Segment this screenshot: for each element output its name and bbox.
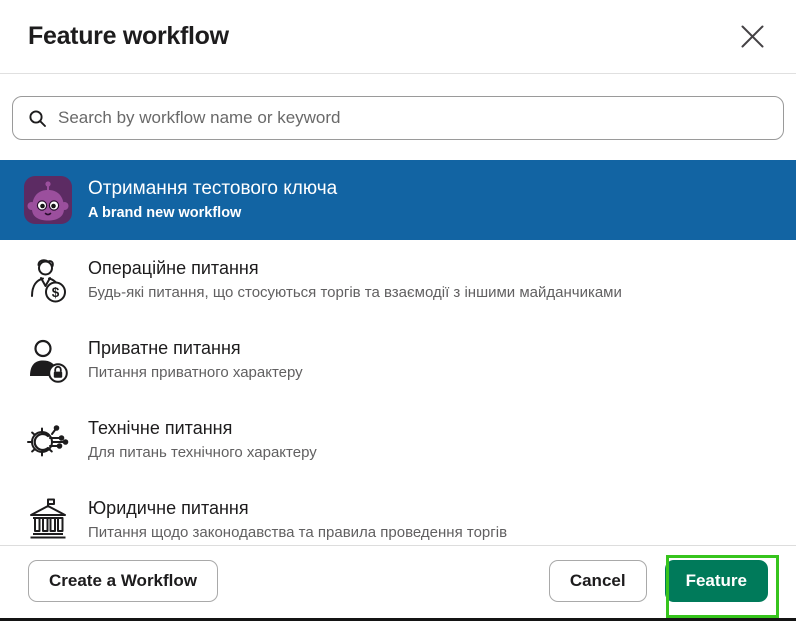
cancel-button[interactable]: Cancel bbox=[549, 560, 647, 602]
workflow-description: A brand new workflow bbox=[88, 205, 337, 222]
workflow-row-test-key[interactable]: Отримання тестового ключа A brand new wo… bbox=[0, 160, 796, 240]
workflow-name: Технічне питання bbox=[88, 418, 317, 440]
workflow-list: Отримання тестового ключа A brand new wo… bbox=[0, 160, 796, 545]
workflow-name: Отримання тестового ключа bbox=[88, 178, 337, 201]
search-box[interactable] bbox=[12, 96, 784, 140]
close-icon bbox=[740, 24, 765, 49]
person-dollar-icon: $ bbox=[24, 256, 72, 304]
workflow-row-private[interactable]: Приватне питання Питання приватного хара… bbox=[0, 320, 796, 400]
workflow-row-technical[interactable]: Технічне питання Для питань технічного х… bbox=[0, 400, 796, 480]
workflow-description: Питання приватного характеру bbox=[88, 364, 303, 382]
search-input[interactable] bbox=[58, 108, 768, 128]
bank-building-icon bbox=[24, 496, 72, 544]
search-section bbox=[0, 74, 796, 140]
workflow-name: Юридичне питання bbox=[88, 498, 507, 520]
feature-workflow-modal: Feature workflow bbox=[0, 0, 796, 621]
create-workflow-button[interactable]: Create a Workflow bbox=[28, 560, 218, 602]
workflow-row-operational[interactable]: $ Операційне питання Будь-які питання, щ… bbox=[0, 240, 796, 320]
person-lock-icon bbox=[24, 336, 72, 384]
robot-avatar-icon bbox=[24, 176, 72, 224]
gear-circuit-icon bbox=[24, 416, 72, 464]
feature-button[interactable]: Feature bbox=[665, 560, 768, 602]
workflow-name: Операційне питання bbox=[88, 258, 622, 280]
modal-footer: Create a Workflow Cancel Feature bbox=[0, 545, 796, 621]
workflow-description: Для питань технічного характеру bbox=[88, 444, 317, 462]
search-icon bbox=[28, 109, 47, 128]
svg-text:$: $ bbox=[52, 285, 60, 300]
workflow-description: Будь-які питання, що стосуються торгів т… bbox=[88, 284, 622, 302]
workflow-name: Приватне питання bbox=[88, 338, 303, 360]
close-button[interactable] bbox=[734, 19, 770, 55]
workflow-description: Питання щодо законодавства та правила пр… bbox=[88, 524, 507, 542]
modal-header: Feature workflow bbox=[0, 0, 796, 74]
workflow-row-legal[interactable]: Юридичне питання Питання щодо законодавс… bbox=[0, 480, 796, 545]
page-title: Feature workflow bbox=[28, 22, 229, 51]
